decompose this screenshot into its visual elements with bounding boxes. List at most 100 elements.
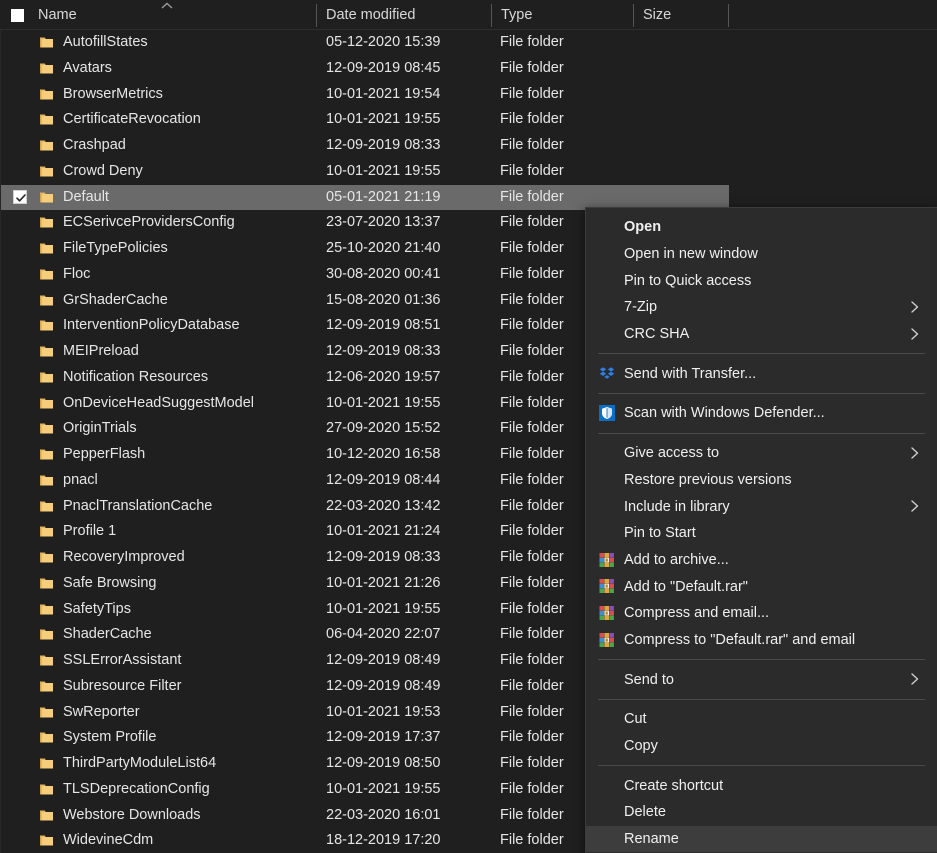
menu-item-label: Pin to Quick access	[624, 272, 752, 289]
menu-item-delete[interactable]: Delete	[586, 799, 937, 826]
menu-item-send-to[interactable]: Send to	[586, 666, 937, 693]
column-resize-handle[interactable]	[633, 4, 634, 27]
menu-item-add-to-archive[interactable]: Add to archive...	[586, 547, 937, 574]
menu-item-label: Compress to "Default.rar" and email	[624, 631, 856, 648]
row-checkbox[interactable]	[13, 189, 27, 204]
column-resize-handle[interactable]	[491, 4, 492, 27]
menu-item-add-to-default-rar[interactable]: Add to "Default.rar"	[586, 573, 937, 600]
cell-date-modified: 12-09-2019 17:37	[326, 729, 441, 746]
cell-type: File folder	[500, 626, 564, 643]
cell-file-name: SwReporter	[63, 703, 140, 720]
cell-file-name: GrShaderCache	[63, 291, 168, 308]
menu-item-create-shortcut[interactable]: Create shortcut	[586, 772, 937, 799]
cell-type: File folder	[500, 265, 564, 282]
folder-icon	[39, 808, 54, 823]
column-header-size[interactable]: Size	[633, 0, 671, 30]
dropbox-icon	[599, 365, 615, 381]
menu-item-scan-with-windows-defender[interactable]: Scan with Windows Defender...	[586, 400, 937, 427]
menu-item-label: Pin to Start	[624, 525, 696, 542]
menu-item-rename[interactable]: Rename	[586, 825, 937, 853]
menu-item-cut[interactable]: Cut	[586, 706, 937, 733]
cell-file-name: InterventionPolicyDatabase	[63, 317, 240, 334]
column-header-row: Name Date modified Type Size	[0, 0, 937, 30]
menu-item-label: Open in new window	[624, 246, 758, 263]
winrar-icon	[599, 578, 615, 594]
table-row[interactable]: Crowd Deny 10-01-2021 19:55 File folder	[1, 159, 937, 185]
menu-item-pin-to-start[interactable]: Pin to Start	[586, 520, 937, 547]
table-row[interactable]: Crashpad 12-09-2019 08:33 File folder	[1, 133, 937, 159]
cell-type: File folder	[500, 111, 564, 128]
cell-date-modified: 10-01-2021 19:55	[326, 600, 441, 617]
cell-type: File folder	[500, 188, 564, 205]
cell-file-name: AutofillStates	[63, 34, 148, 50]
cell-date-modified: 10-01-2021 19:55	[326, 780, 441, 797]
cell-file-name: ECSerivceProvidersConfig	[63, 214, 235, 231]
cell-date-modified: 12-09-2019 08:49	[326, 677, 441, 694]
cell-file-name: PepperFlash	[63, 446, 146, 462]
menu-item-give-access-to[interactable]: Give access to	[586, 440, 937, 467]
cell-type: File folder	[500, 394, 564, 411]
column-header-type[interactable]: Type	[491, 0, 532, 30]
cell-file-name: SSLErrorAssistant	[63, 652, 182, 668]
menu-item-pin-to-quick-access[interactable]: Pin to Quick access	[586, 267, 937, 294]
menu-item-include-in-library[interactable]: Include in library	[586, 493, 937, 520]
menu-item-open-in-new-window[interactable]: Open in new window	[586, 241, 937, 268]
column-header-label: Name	[38, 7, 77, 23]
chevron-right-icon	[909, 670, 921, 688]
cell-date-modified: 12-09-2019 08:49	[326, 652, 441, 668]
folder-icon	[39, 421, 54, 436]
folder-icon	[39, 190, 54, 205]
menu-item-7-zip[interactable]: 7-Zip	[586, 294, 937, 321]
cell-type: File folder	[500, 240, 564, 256]
menu-separator	[598, 393, 925, 395]
cell-file-name: Safe Browsing	[63, 574, 157, 591]
column-header-date-modified[interactable]: Date modified	[316, 0, 415, 30]
cell-date-modified: 15-08-2020 01:36	[326, 291, 441, 308]
table-row[interactable]: CertificateRevocation 10-01-2021 19:55 Fil…	[1, 107, 937, 133]
cell-date-modified: 10-01-2021 21:26	[326, 574, 441, 591]
cell-date-modified: 12-09-2019 08:33	[326, 343, 441, 359]
cell-date-modified: 10-12-2020 16:58	[326, 446, 441, 462]
menu-item-compress-and-email[interactable]: Compress and email...	[586, 600, 937, 627]
cell-file-name: MEIPreload	[63, 343, 139, 359]
menu-item-label: CRC SHA	[624, 326, 690, 343]
winrar-icon	[599, 632, 615, 648]
menu-item-crc-sha[interactable]: CRC SHA	[586, 321, 937, 348]
table-row[interactable]: AutofillStates 05-12-2020 15:39 File folde…	[1, 30, 937, 56]
column-resize-handle[interactable]	[316, 4, 317, 27]
menu-item-label: Send to	[624, 671, 674, 688]
cell-type: File folder	[500, 729, 564, 746]
cell-date-modified: 18-12-2019 17:20	[326, 832, 441, 849]
cell-type: File folder	[500, 832, 564, 849]
context-menu[interactable]: Open Open in new window Pin to Quick acces…	[585, 207, 937, 853]
chevron-right-icon	[909, 298, 921, 316]
cell-type: File folder	[500, 85, 564, 102]
cell-type: File folder	[500, 214, 564, 231]
cell-file-name: pnacl	[63, 471, 98, 488]
column-resize-handle[interactable]	[728, 4, 729, 27]
menu-item-send-with-transfer[interactable]: Send with Transfer...	[586, 360, 937, 387]
cell-date-modified: 10-01-2021 21:24	[326, 523, 441, 540]
winrar-icon	[599, 552, 615, 568]
menu-item-open[interactable]: Open	[586, 214, 937, 241]
menu-item-restore-previous-versions[interactable]: Restore previous versions	[586, 467, 937, 494]
column-header-name[interactable]: Name	[28, 0, 77, 30]
menu-item-compress-to-default-rar-and-email[interactable]: Compress to "Default.rar" and email	[586, 627, 937, 654]
cell-type: File folder	[500, 34, 564, 50]
column-header-label: Size	[643, 7, 672, 23]
cell-date-modified: 10-01-2021 19:54	[326, 85, 441, 102]
menu-item-copy[interactable]: Copy	[586, 733, 937, 760]
table-row[interactable]: Avatars 12-09-2019 08:45 File folder	[1, 56, 937, 82]
menu-item-label: Cut	[624, 711, 647, 728]
cell-date-modified: 12-09-2019 08:44	[326, 471, 441, 488]
folder-icon	[39, 730, 54, 745]
cell-file-name: Crowd Deny	[63, 162, 143, 179]
table-row[interactable]: BrowserMetrics 10-01-2021 19:54 File folde…	[1, 82, 937, 108]
file-explorer-window: Name Date modified Type Size AutofillStates…	[0, 0, 937, 853]
cell-file-name: RecoveryImproved	[63, 549, 185, 565]
select-all-checkbox[interactable]	[11, 9, 24, 22]
cell-date-modified: 12-09-2019 08:50	[326, 755, 441, 771]
cell-type: File folder	[500, 652, 564, 668]
folder-icon	[39, 602, 54, 617]
folder-icon	[39, 447, 54, 462]
